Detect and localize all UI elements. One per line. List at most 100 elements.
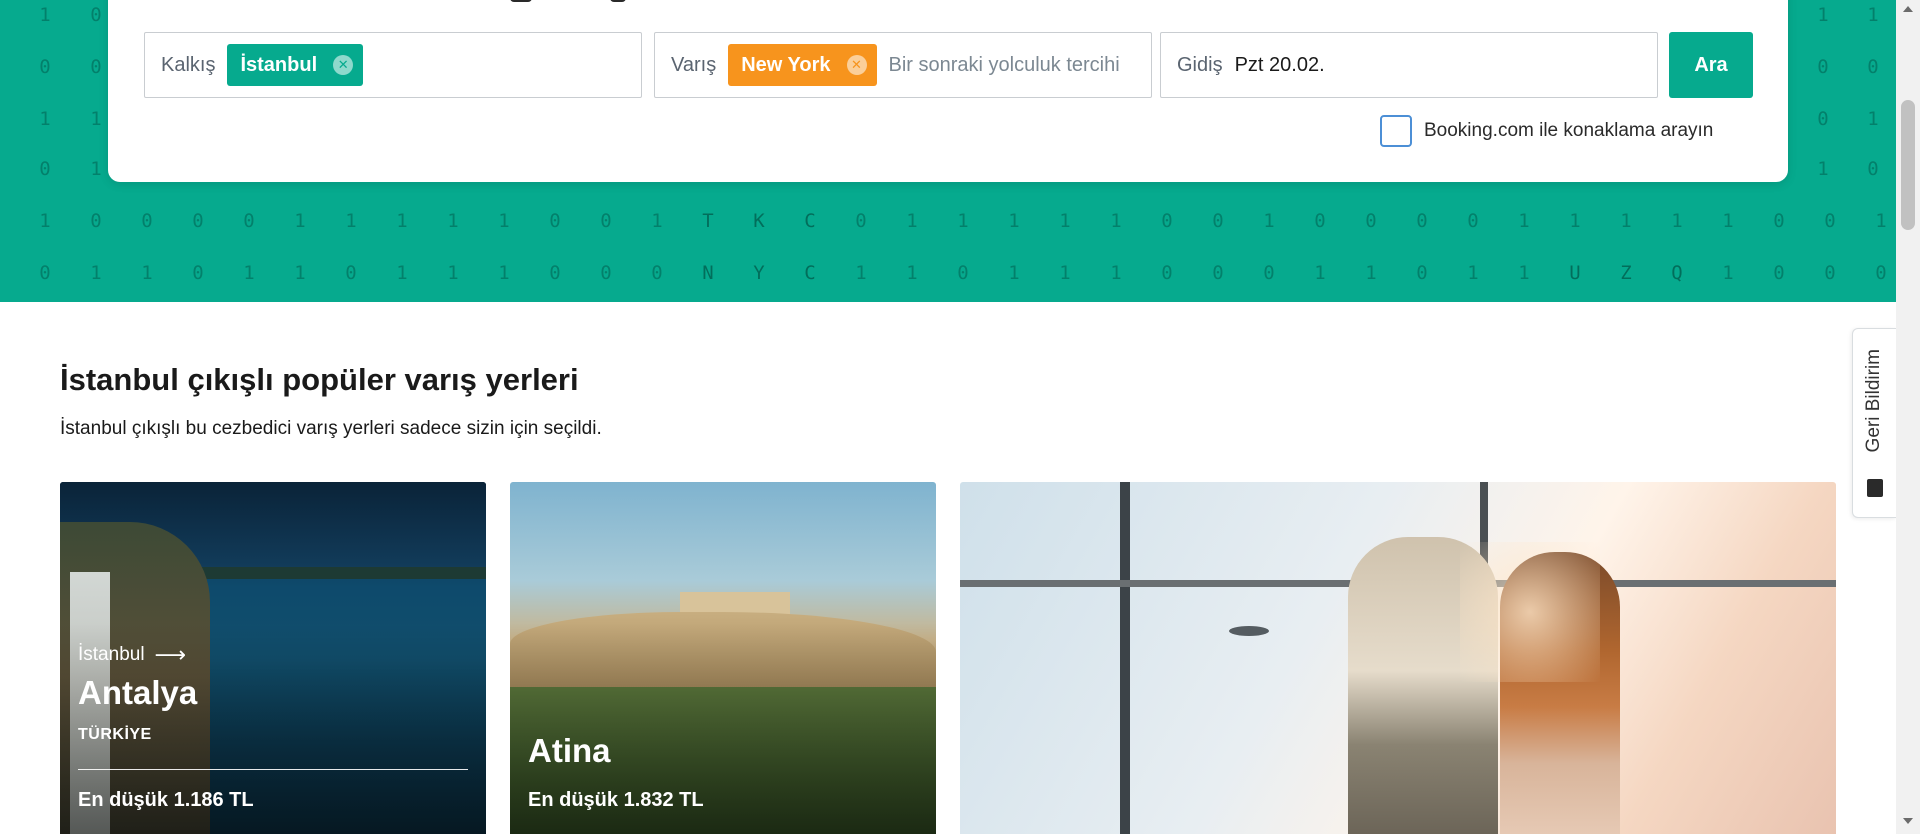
remove-destination-icon[interactable]: ✕ [846,55,867,75]
binary-digit: 1 [1867,108,1879,130]
binary-digit: 1 [396,210,408,232]
binary-digit: 0 [855,210,867,232]
binary-digit: 1 [1365,262,1377,284]
section-subtitle: İstanbul çıkışlı bu cezbedici varış yerl… [60,418,602,439]
binary-digit: 0 [1824,262,1836,284]
binary-digit: C [804,210,816,232]
date-value: Pzt 20.02. [1234,53,1325,76]
departure-date-field[interactable]: Gidiş Pzt 20.02. [1160,32,1658,98]
scrollbar-thumb[interactable] [1901,100,1915,230]
binary-digit: 1 [498,262,510,284]
scroll-down-icon[interactable] [1903,818,1913,824]
window-frame-shape [1120,482,1130,834]
binary-digit: 0 [1773,210,1785,232]
binary-digit: 0 [39,56,51,78]
binary-digit: 1 [855,262,867,284]
binary-digit: Y [753,262,765,284]
booking-option[interactable]: Booking.com ile konaklama arayın [1380,115,1713,147]
binary-digit: 1 [1875,210,1887,232]
binary-digit: 1 [39,108,51,130]
card-country: TÜRKİYE [78,726,152,743]
binary-digit: 0 [1365,210,1377,232]
binary-digit: 1 [345,210,357,232]
card-divider [78,769,468,770]
binary-digit: 0 [90,56,102,78]
binary-digit: 1 [1263,210,1275,232]
destination-chip-text: New York [741,53,831,76]
sunlight-shape [1460,542,1600,682]
binary-digit: 1 [447,262,459,284]
binary-digit: 1 [1722,210,1734,232]
binary-digit: 0 [600,210,612,232]
binary-digit: K [753,210,765,232]
binary-digit: 0 [192,210,204,232]
binary-digit: 0 [549,210,561,232]
binary-digit: 0 [1161,210,1173,232]
binary-digit: 1 [906,262,918,284]
promo-image-card[interactable] [960,482,1836,834]
binary-digit: 0 [549,262,561,284]
binary-digit: 0 [90,4,102,26]
route-from: İstanbul [78,644,145,665]
binary-digit: 0 [1817,108,1829,130]
binary-digit: 0 [1263,262,1275,284]
car-icon[interactable] [510,0,532,2]
feedback-tab[interactable]: Geri Bildirim [1852,328,1896,518]
binary-digit: 1 [1518,262,1530,284]
binary-digit: 1 [1569,210,1581,232]
binary-digit: 1 [90,158,102,180]
card-price: En düşük 1.832 TL [528,789,704,811]
origin-field[interactable]: Kalkış İstanbul ✕ [144,32,642,98]
origin-chip-text: İstanbul [240,53,318,76]
binary-digit: 1 [39,210,51,232]
binary-digit: 1 [1817,4,1829,26]
binary-digit: T [702,210,714,232]
binary-digit: N [702,262,714,284]
train-icon[interactable] [610,0,626,2]
binary-digit: 1 [1059,210,1071,232]
binary-digit: 1 [294,210,306,232]
binary-digit: 1 [1671,210,1683,232]
binary-digit: 1 [906,210,918,232]
destination-card-antalya[interactable]: İstanbul ⟶ Antalya TÜRKİYE En düşük 1.18… [60,482,486,834]
binary-digit: 1 [651,210,663,232]
binary-digit: 1 [1817,158,1829,180]
destination-input-placeholder[interactable]: Bir sonraki yolculuk tercihi [889,54,1120,77]
binary-digit: U [1569,262,1581,284]
binary-digit: 1 [1110,262,1122,284]
card-price: En düşük 1.186 TL [78,789,254,811]
binary-digit: 0 [651,262,663,284]
binary-digit: 1 [1314,262,1326,284]
hero-banner: 1 0 1 1 0 0 0 0 1 1 0 1 0 1 1 0 1 0 0 0 0 1 1 1 1 1 0 0 1 T K C 0 1 1 1 1 1 0 0… [0,0,1896,302]
binary-digit: 1 [1008,210,1020,232]
card-city: Antalya [78,674,198,711]
binary-digit: 0 [1161,262,1173,284]
destination-chip[interactable]: New York ✕ [728,44,877,86]
scroll-up-icon[interactable] [1903,6,1913,12]
binary-digit: 1 [396,262,408,284]
binary-digit: 0 [1875,262,1887,284]
binary-digit: 0 [1773,262,1785,284]
destination-field[interactable]: Varış New York ✕ Bir sonraki yolculuk te… [654,32,1152,98]
search-button[interactable]: Ara [1669,32,1753,98]
binary-digit: 1 [1620,210,1632,232]
binary-row: 1 0 0 0 0 1 1 1 1 1 0 0 1 T K C 0 1 1 1 1 1 0 0 1 0 0 0 0 1 1 1 1 1 0 0 1 [0,210,1896,250]
binary-digit: 0 [90,210,102,232]
binary-digit: 1 [498,210,510,232]
remove-origin-icon[interactable]: ✕ [333,55,354,75]
binary-digit: 0 [1867,158,1879,180]
binary-digit: 0 [39,262,51,284]
destination-card-atina[interactable]: Atina En düşük 1.832 TL [510,482,936,834]
binary-digit: 1 [1059,262,1071,284]
origin-label: Kalkış [161,53,216,76]
booking-checkbox[interactable] [1380,115,1412,147]
binary-digit: 0 [243,210,255,232]
binary-digit: 1 [90,108,102,130]
feedback-icon [1867,479,1883,497]
booking-checkbox-label: Booking.com ile konaklama arayın [1424,120,1714,141]
binary-digit: 1 [39,4,51,26]
binary-digit: 1 [447,210,459,232]
origin-chip[interactable]: İstanbul ✕ [227,44,364,86]
binary-digit: Z [1620,262,1632,284]
page-scrollbar[interactable] [1896,0,1920,834]
